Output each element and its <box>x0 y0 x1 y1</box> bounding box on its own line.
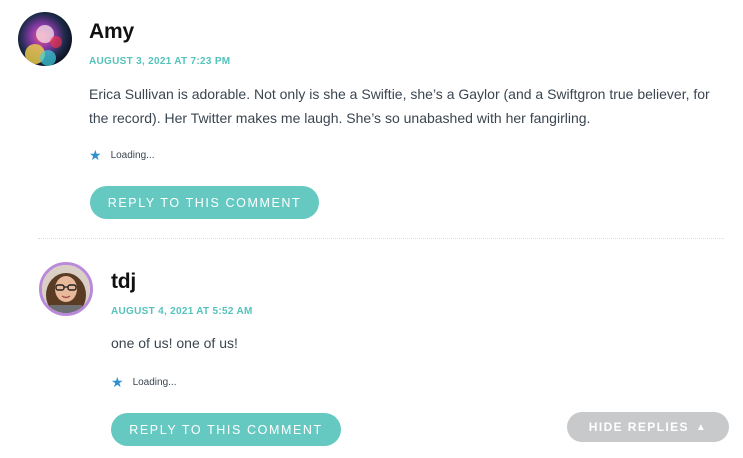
avatar <box>39 262 93 316</box>
comment-text: one of us! one of us! <box>111 335 238 351</box>
triangle-up-icon: ▲ <box>695 421 708 433</box>
hide-replies-label: HIDE REPLIES <box>588 420 689 434</box>
star-icon[interactable]: ★ <box>111 375 124 389</box>
comment-date[interactable]: AUGUST 4, 2021 AT 5:52 AM <box>111 306 253 317</box>
like-status: Loading... <box>110 149 155 161</box>
like-status: Loading... <box>132 376 177 388</box>
comment-date[interactable]: AUGUST 3, 2021 AT 7:23 PM <box>89 56 230 67</box>
hide-replies-button[interactable]: HIDE REPLIES ▲ <box>567 412 729 442</box>
comment-author[interactable]: Amy <box>89 20 134 44</box>
reply-button[interactable]: REPLY TO THIS COMMENT <box>111 413 341 446</box>
divider <box>38 238 724 239</box>
avatar <box>18 12 72 66</box>
star-icon[interactable]: ★ <box>89 148 102 162</box>
like-widget[interactable]: ★ Loading... <box>89 148 155 162</box>
reply-button[interactable]: REPLY TO THIS COMMENT <box>90 186 319 219</box>
comment-text: Erica Sullivan is adorable. Not only is … <box>89 86 710 126</box>
comment-author[interactable]: tdj <box>111 270 136 294</box>
like-widget[interactable]: ★ Loading... <box>111 375 177 389</box>
